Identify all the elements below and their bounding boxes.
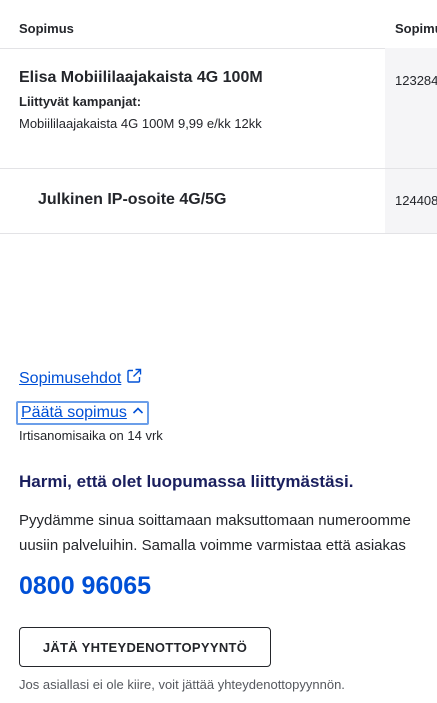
product-name: Elisa Mobiililaajakaista 4G 100M bbox=[19, 69, 263, 86]
notice-period-text: Irtisanomisaika on 14 vrk bbox=[19, 428, 163, 443]
contract-number: 124408 bbox=[395, 193, 437, 208]
chevron-up-icon bbox=[132, 404, 144, 422]
table-header-row: Sopimus Sopimu bbox=[0, 0, 437, 49]
column-header-contract: Sopimus bbox=[19, 21, 74, 36]
retention-heading: Harmi, että olet luopumassa liittymästäs… bbox=[19, 472, 354, 491]
terms-link[interactable]: Sopimusehdot bbox=[19, 370, 121, 388]
contract-number: 123284 bbox=[395, 73, 437, 88]
contact-hint-text: Jos asiallasi ei ole kiire, voit jättää … bbox=[19, 677, 345, 692]
column-header-contract-number: Sopimu bbox=[395, 21, 437, 36]
retention-text-line-1: Pyydämme sinua soittamaan maksuttomaan n… bbox=[19, 512, 411, 529]
table-row: Elisa Mobiililaajakaista 4G 100M Liittyv… bbox=[0, 48, 437, 169]
terms-link-group[interactable]: Sopimusehdot bbox=[19, 368, 142, 389]
campaigns-label: Liittyvät kampanjat: bbox=[19, 94, 142, 109]
end-contract-link[interactable]: Päätä sopimus bbox=[21, 404, 127, 422]
campaign-item: Mobiililaajakaista 4G 100M 9,99 e/kk 12k… bbox=[19, 116, 262, 131]
contact-request-button[interactable]: JÄTÄ YHTEYDENOTTOPYYNTÖ bbox=[19, 627, 271, 667]
external-link-icon bbox=[126, 368, 142, 389]
end-contract-toggle[interactable]: Päätä sopimus bbox=[16, 401, 149, 425]
phone-number[interactable]: 0800 96065 bbox=[19, 572, 151, 601]
product-name: Julkinen IP-osoite 4G/5G bbox=[38, 191, 227, 208]
table-row: Julkinen IP-osoite 4G/5G 124408 bbox=[0, 169, 437, 234]
retention-text-line-2: uusiin palveluihin. Samalla voimme varmi… bbox=[19, 537, 406, 554]
